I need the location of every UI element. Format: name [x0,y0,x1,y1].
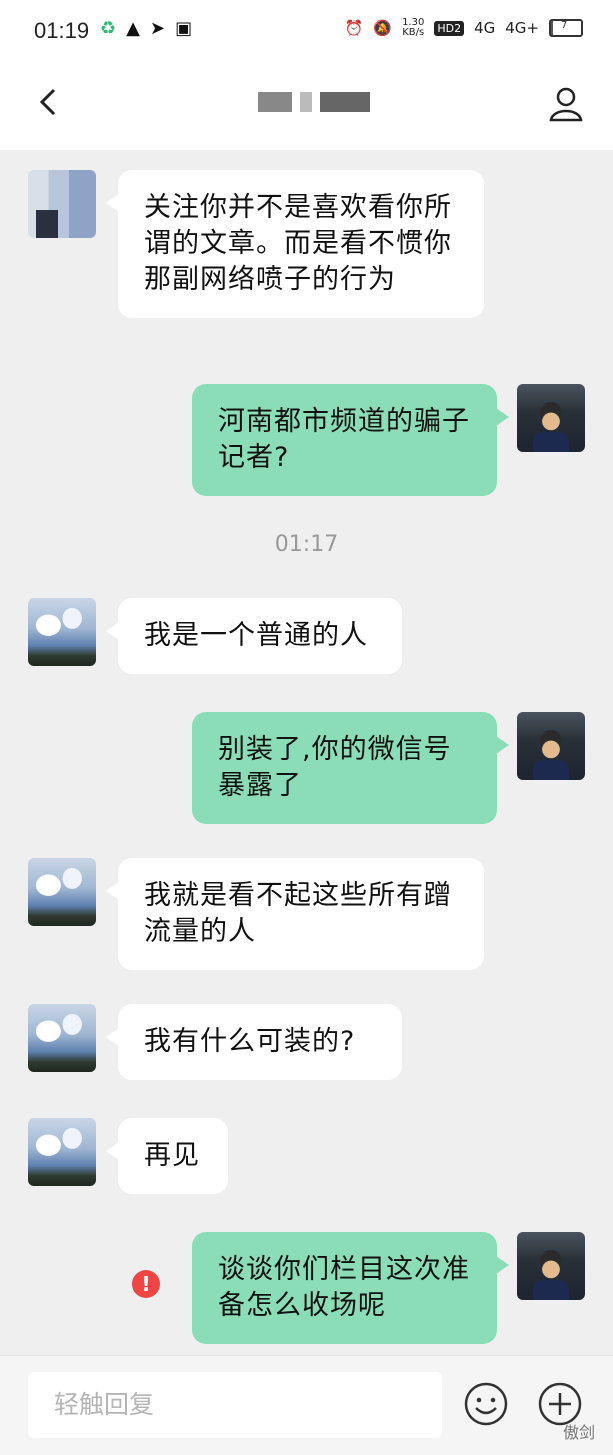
conversation-title-redacted [258,92,370,112]
timestamp: 01:17 [274,532,339,557]
alarm-icon: ⏰ [344,19,364,37]
avatar[interactable] [28,1118,96,1186]
avatar[interactable] [28,1004,96,1072]
chevron-left-icon[interactable] [30,82,70,122]
chat-area[interactable]: 关注你并不是喜欢看你所谓的文章。而是看不惯你那副网络喷子的行为 河南都市频道的骗… [0,150,613,1355]
image-icon: ▣ [175,18,193,39]
status-notification-icons: ♻ ▲ ➤ ▣ [100,18,192,39]
message-bubble-incoming[interactable]: 关注你并不是喜欢看你所谓的文章。而是看不惯你那副网络喷子的行为 [106,170,484,318]
recycle-icon: ♻ [100,18,117,39]
warning-icon: ▲ [126,18,140,39]
message-bubble-outgoing[interactable]: 别装了,你的微信号暴露了 [192,712,509,824]
status-bar: 01:19 ♻ ▲ ➤ ▣ ⏰ 🔕 1.30 KB/s HD2 4G 4G+ 7 [0,0,613,64]
message-bubble-incoming[interactable]: 我就是看不起这些所有蹭流量的人 [106,858,484,970]
nav-bar [0,64,613,150]
avatar-self[interactable] [517,384,585,452]
battery-icon: 7 [549,19,583,37]
mute-icon: 🔕 [373,19,393,37]
message-bubble-incoming[interactable]: 再见 [106,1118,228,1194]
person-icon[interactable] [547,84,585,122]
avatar[interactable] [28,598,96,666]
emoji-icon[interactable] [462,1380,510,1428]
network-rate: 1.30 KB/s [402,17,425,38]
avatar[interactable] [28,170,96,238]
message-bubble-incoming[interactable]: 我是一个普通的人 [106,598,402,674]
signal-1: 4G [474,19,496,37]
hd-badge: HD2 [434,20,465,36]
signal-2: 4G+ [505,19,539,37]
status-right-icons: ⏰ 🔕 1.30 KB/s HD2 4G 4G+ 7 [345,18,583,38]
message-bubble-outgoing[interactable]: 河南都市频道的骗子记者? [192,384,509,496]
avatar-self[interactable] [517,712,585,780]
avatar-self[interactable] [517,1232,585,1300]
avatar[interactable] [28,858,96,926]
send-icon: ➤ [149,18,166,39]
send-failed-icon[interactable]: ! [132,1270,160,1298]
message-bubble-incoming[interactable]: 我有什么可装的? [106,1004,402,1080]
status-time: 01:19 [34,18,90,43]
reply-input[interactable]: 轻触回复 [28,1372,442,1438]
message-bubble-outgoing[interactable]: 谈谈你们栏目这次准备怎么收场呢 [192,1232,509,1344]
watermark: 傲剑 [562,1423,595,1442]
input-bar: 轻触回复 傲剑 [0,1355,613,1455]
